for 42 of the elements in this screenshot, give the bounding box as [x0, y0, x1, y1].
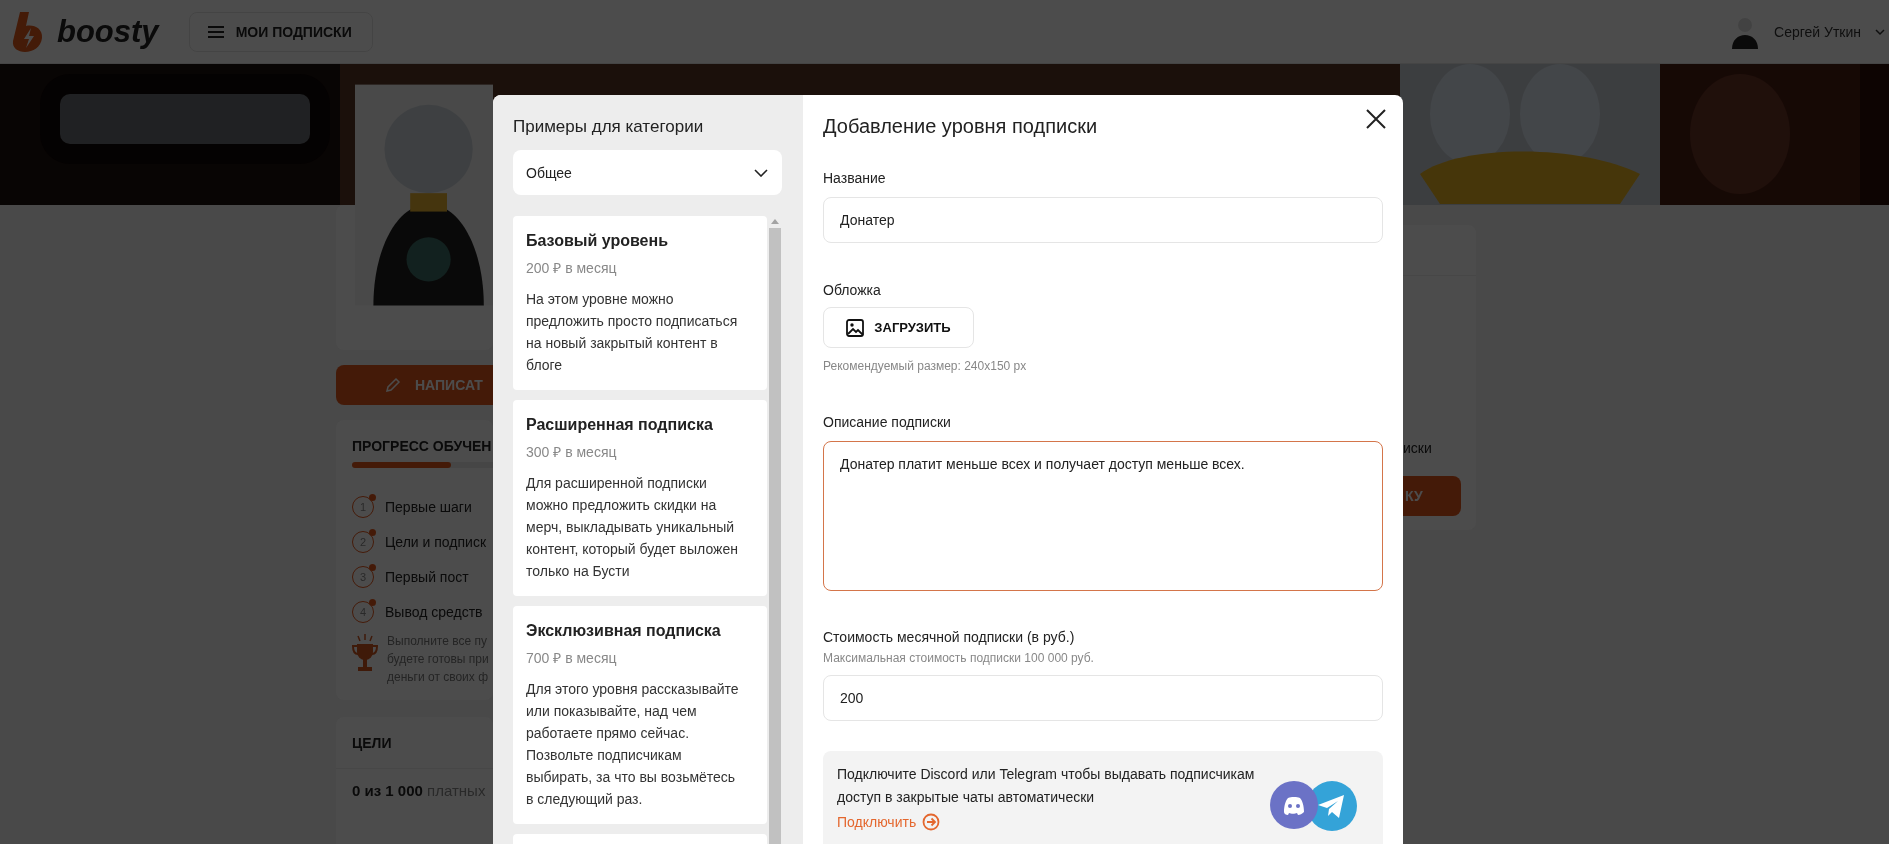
banner-text: Подключите Discord или Telegram чтобы выдавать подписчикам доступ в закрытые чаты автоматически	[837, 765, 1256, 807]
example-card[interactable]: Базовый уровень 200 ₽ в месяц На этом уровне можно предложить просто подписаться на новый закрытый контент в блоге	[513, 216, 767, 390]
card-description: На этом уровне можно предложить просто подписаться на новый закрытый контент в блоге	[526, 290, 739, 375]
card-price: 200 ₽ в месяц	[526, 259, 618, 278]
card-price: 300 ₽ в месяц	[526, 443, 618, 462]
step-label[interactable]: Первый пост	[385, 569, 469, 585]
logo-text[interactable]: boosty	[55, 9, 165, 54]
menu-icon	[207, 25, 224, 38]
chevron-icon[interactable]	[1875, 27, 1885, 36]
step-label[interactable]: Первые шаги	[385, 499, 472, 515]
field-label: Описание подписки	[823, 413, 952, 432]
card-title: ПРОГРЕСС ОБУЧЕН	[352, 437, 493, 456]
card-price: 700 ₽ в месяц	[526, 649, 618, 668]
card-title: Эксклюзивная подписка	[526, 621, 722, 641]
step-label[interactable]: Вывод средств	[385, 604, 483, 620]
upload-button[interactable]: ЗАГРУЗИТЬ	[823, 307, 974, 348]
card-title: ЦЕЛИ	[352, 734, 393, 753]
image-icon	[846, 318, 865, 337]
price-field[interactable]: 200	[823, 675, 1383, 721]
arrow-up-icon[interactable]	[770, 219, 779, 224]
card-description: Для расширенной подписки можно предложить скидки на мерч, выкладывать уникальный контент, который будет выложен только на Бусти	[526, 474, 739, 581]
subscribe-button[interactable]: КУ	[1403, 476, 1461, 516]
discord-icon	[1270, 781, 1318, 829]
name-field[interactable]: Донатер	[823, 197, 1383, 243]
field-label: Стоимость месячной подписки (в руб.)	[823, 628, 1076, 647]
card-text: иски	[1403, 439, 1433, 458]
card-title: Расширенная подписка	[526, 415, 714, 435]
pencil-icon	[385, 377, 401, 393]
hint-text: Рекомендуемый размер: 240x150 px	[823, 358, 1028, 374]
write-button[interactable]: НАПИСАТ	[336, 365, 493, 405]
field-label: Обложка	[823, 281, 882, 300]
card-description: Для этого уровня рассказывайте или показывайте, над чем работаете прямо сейчас. Позвольте подписчикам выбирать, за что вы возьмётесь в следующий раз.	[526, 680, 740, 809]
example-card[interactable]: Эксклюзивная подписка 700 ₽ в месяц Для этого уровня рассказывайте или показывайте, над чем работаете прямо сейчас. Позвольте подписчикам выбирать, за что вы возьмётесь в следующий раз.	[513, 606, 767, 824]
trophy-icon	[352, 632, 378, 674]
description-field[interactable]: Донатер платит меньше всех и получает доступ меньше всех.	[823, 441, 1383, 591]
hint-text: Максимальная стоимость подписки 100 000 руб.	[823, 650, 1095, 666]
card-title: Базовый уровень	[526, 231, 669, 251]
connect-link[interactable]: Подключить	[837, 812, 941, 832]
subscriptions-menu-button[interactable]: МОИ ПОДПИСКИ	[188, 11, 373, 52]
user-name[interactable]: Сергей Уткин	[1774, 23, 1861, 40]
step-label[interactable]: Цели и подписк	[385, 534, 487, 550]
example-card[interactable]: Расширенная подписка 300 ₽ в месяц Для расширенной подписки можно предложить скидки на мерч, выкладывать уникальный контент, который будет выложен только на Бусти	[513, 400, 767, 596]
